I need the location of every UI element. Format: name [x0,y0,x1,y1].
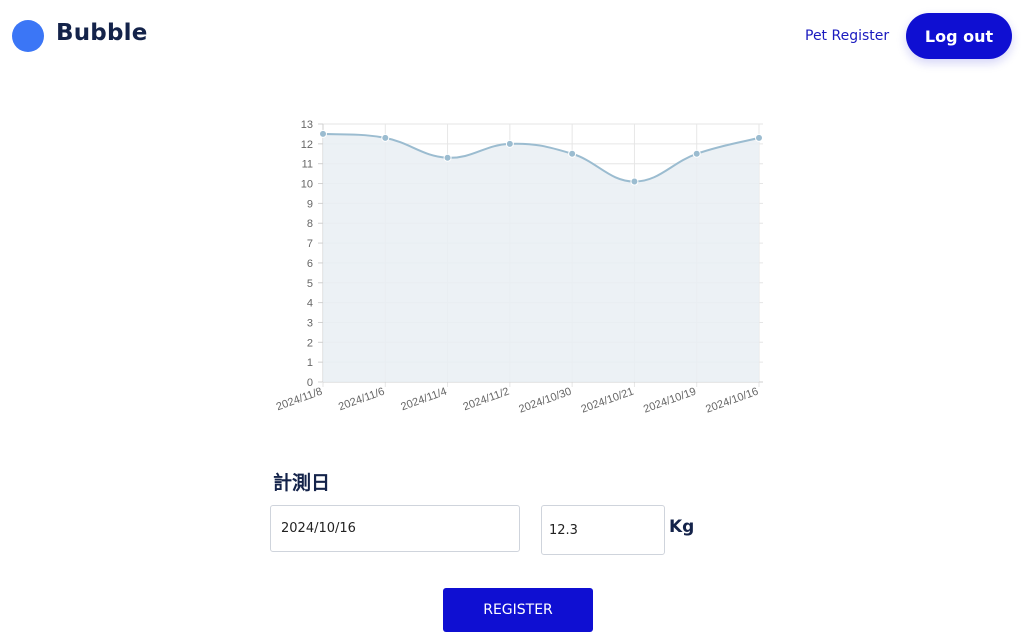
data-point [755,133,763,142]
y-tick-label: 9 [307,198,313,210]
y-tick-label: 12 [301,139,313,151]
logo-icon[interactable] [12,20,44,52]
series-area [323,133,759,382]
data-point [568,149,577,158]
x-tick-label: 2024/10/19 [642,386,698,416]
register-button[interactable]: REGISTER [443,588,593,632]
weight-unit-label: Kg [669,517,695,537]
date-input[interactable] [270,505,520,552]
y-tick-label: 3 [307,317,313,329]
weight-input[interactable] [541,505,665,555]
weight-chart-svg: 0123456789101112132024/11/8 2024/11/6 2024… [275,119,763,416]
brand-name[interactable]: Bubble [56,20,148,46]
data-point [319,129,327,138]
y-tick-label: 11 [302,159,313,171]
x-tick-label: 2024/11/8 [275,386,324,414]
data-point [630,177,639,186]
header: Bubble Pet Register Log out [0,0,1021,72]
measurement-date-label: 計測日 [273,472,331,494]
y-tick-label: 1 [307,357,313,369]
y-tick-label: 8 [307,218,313,230]
nav-pet-register-link[interactable]: Pet Register [805,28,889,44]
y-tick-label: 4 [307,298,313,310]
x-tick-label: 2024/10/16 [704,386,760,416]
y-tick-label: 7 [307,238,313,250]
y-tick-label: 13 [301,119,313,131]
data-point [692,149,701,158]
x-tick-label: 2024/11/4 [399,386,448,414]
y-tick-label: 0 [307,377,313,389]
y-tick-label: 2 [307,337,313,349]
data-point [443,153,452,162]
x-tick-label: 2024/10/21 [580,386,636,416]
logout-button[interactable]: Log out [906,13,1012,59]
y-tick-label: 10 [301,179,313,191]
y-tick-label: 6 [307,258,313,270]
x-tick-label: 2024/11/6 [337,386,386,414]
weight-chart: 0 1 2 3 4 5 6 7 8 9 10 11 12 13 2024/11/8 2024/11/6 2024… [262,112,772,428]
data-point [505,139,514,148]
y-tick-label: 5 [307,278,313,290]
x-tick-label: 2024/10/30 [517,386,573,416]
x-tick-label: 2024/11/2 [462,386,511,414]
data-point [381,133,390,142]
